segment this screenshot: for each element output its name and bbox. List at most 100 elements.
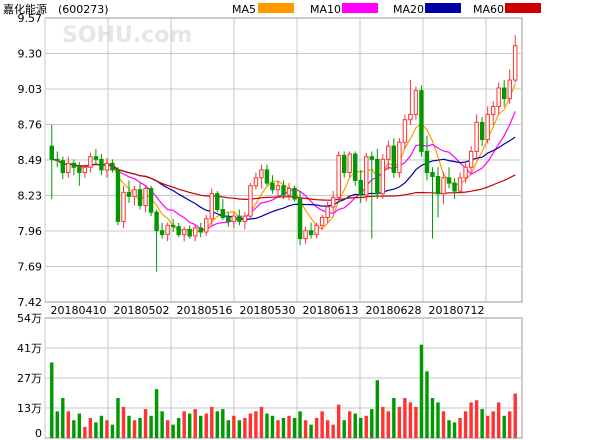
candle-body [259,169,264,179]
candle-body [159,230,165,236]
candle-body [319,216,325,226]
candle-body [99,158,104,171]
volume-bar [259,406,264,438]
candle-body [446,177,452,184]
price-tick-label: 8.49 [18,154,43,167]
candle-body [110,162,115,171]
legend-swatch-ma60 [505,3,541,13]
candle-body [198,227,203,233]
candle-body [364,156,369,196]
volume-bar [485,415,490,438]
volume-bar [50,362,54,438]
candle-body [402,119,408,143]
volume-bar [353,413,357,438]
volume-bar [121,406,126,438]
candle-body [452,182,457,192]
candle-body [314,224,319,236]
candle-body [231,215,237,222]
volume-bar [336,404,341,438]
volume-bar [143,409,148,438]
candle-body [457,177,463,192]
candle-body [397,141,402,174]
candle-body [413,90,419,115]
legend-swatch-ma5 [258,3,294,13]
volume-bar [392,398,396,438]
candle-body [408,113,413,121]
candle-body [264,169,270,184]
volume-bar [160,411,164,438]
volume-bar [88,418,93,438]
candle-body [490,106,496,115]
volume-bar [403,398,407,438]
volume-tick-label: 13万 [17,402,42,415]
volume-bar [452,422,457,438]
candle-body [55,158,60,162]
volume-bar [138,418,142,438]
candle-body [441,177,446,195]
price-tick-label: 9.03 [18,83,43,96]
volume-bar [154,389,159,438]
candle-body [325,206,330,218]
candle-body [347,153,352,174]
candle-body [292,187,297,200]
candle-body [513,45,518,81]
price-axis: 9.57 9.30 9.03 8.76 8.49 8.23 7.96 7.69 7.42 [18,12,43,309]
volume-bar [359,418,363,438]
candle-body [430,172,435,178]
candle-body [82,166,88,174]
candle-body [115,169,121,222]
candle-body [391,145,397,174]
date-tick-label: 20180516 [177,304,233,317]
volume-bar [221,409,225,438]
volume-bar [83,426,87,438]
candle-body [341,154,347,174]
volume-bar [77,413,82,438]
volume-bar [248,413,253,438]
volume-bar [199,415,203,438]
stock-code: (600273) [58,3,109,16]
volume-bar [55,411,59,438]
volume-bar [364,415,368,438]
volume-bar [243,418,247,438]
volume-bar [331,424,335,438]
volume-bar [276,420,280,438]
price-tick-label: 8.76 [18,119,43,132]
candle-body [353,153,358,181]
volume-bar [314,418,319,438]
candle-body [60,160,66,174]
legend-label-ma20: MA20 [393,3,424,16]
volume-bar [176,418,181,438]
volume-bar [502,415,506,438]
volume-bar [72,420,76,438]
candle-body [204,218,209,233]
volume-tick-label: 41万 [17,342,42,355]
candle-body [176,226,181,236]
volume-bar [309,424,313,438]
candle-body [77,166,82,174]
candle-body [88,156,93,168]
volume-bar [425,371,429,438]
candle-body [375,158,380,195]
volume-bar [342,420,346,438]
volume-bar [110,424,115,438]
volume-bar [441,411,446,438]
volume-bar [105,420,109,438]
volume-bar [204,413,208,438]
candle-body [104,162,110,171]
candle-body [126,191,132,197]
volume-bar [193,409,197,438]
candle-body [435,176,441,195]
volume-tick-label: 0 [35,427,42,440]
volume-bar [397,406,402,438]
volume-bar [292,418,297,438]
volume-tick-label: 27万 [17,372,42,385]
volume-bar [171,424,175,438]
date-tick-label: 20180502 [114,304,170,317]
volume-bar [496,402,501,438]
volume-bar [287,415,291,438]
candle-body [303,230,308,240]
candle-body [71,162,77,168]
candle-body [330,197,336,208]
candle-body [496,87,501,108]
candle-body [93,156,99,160]
